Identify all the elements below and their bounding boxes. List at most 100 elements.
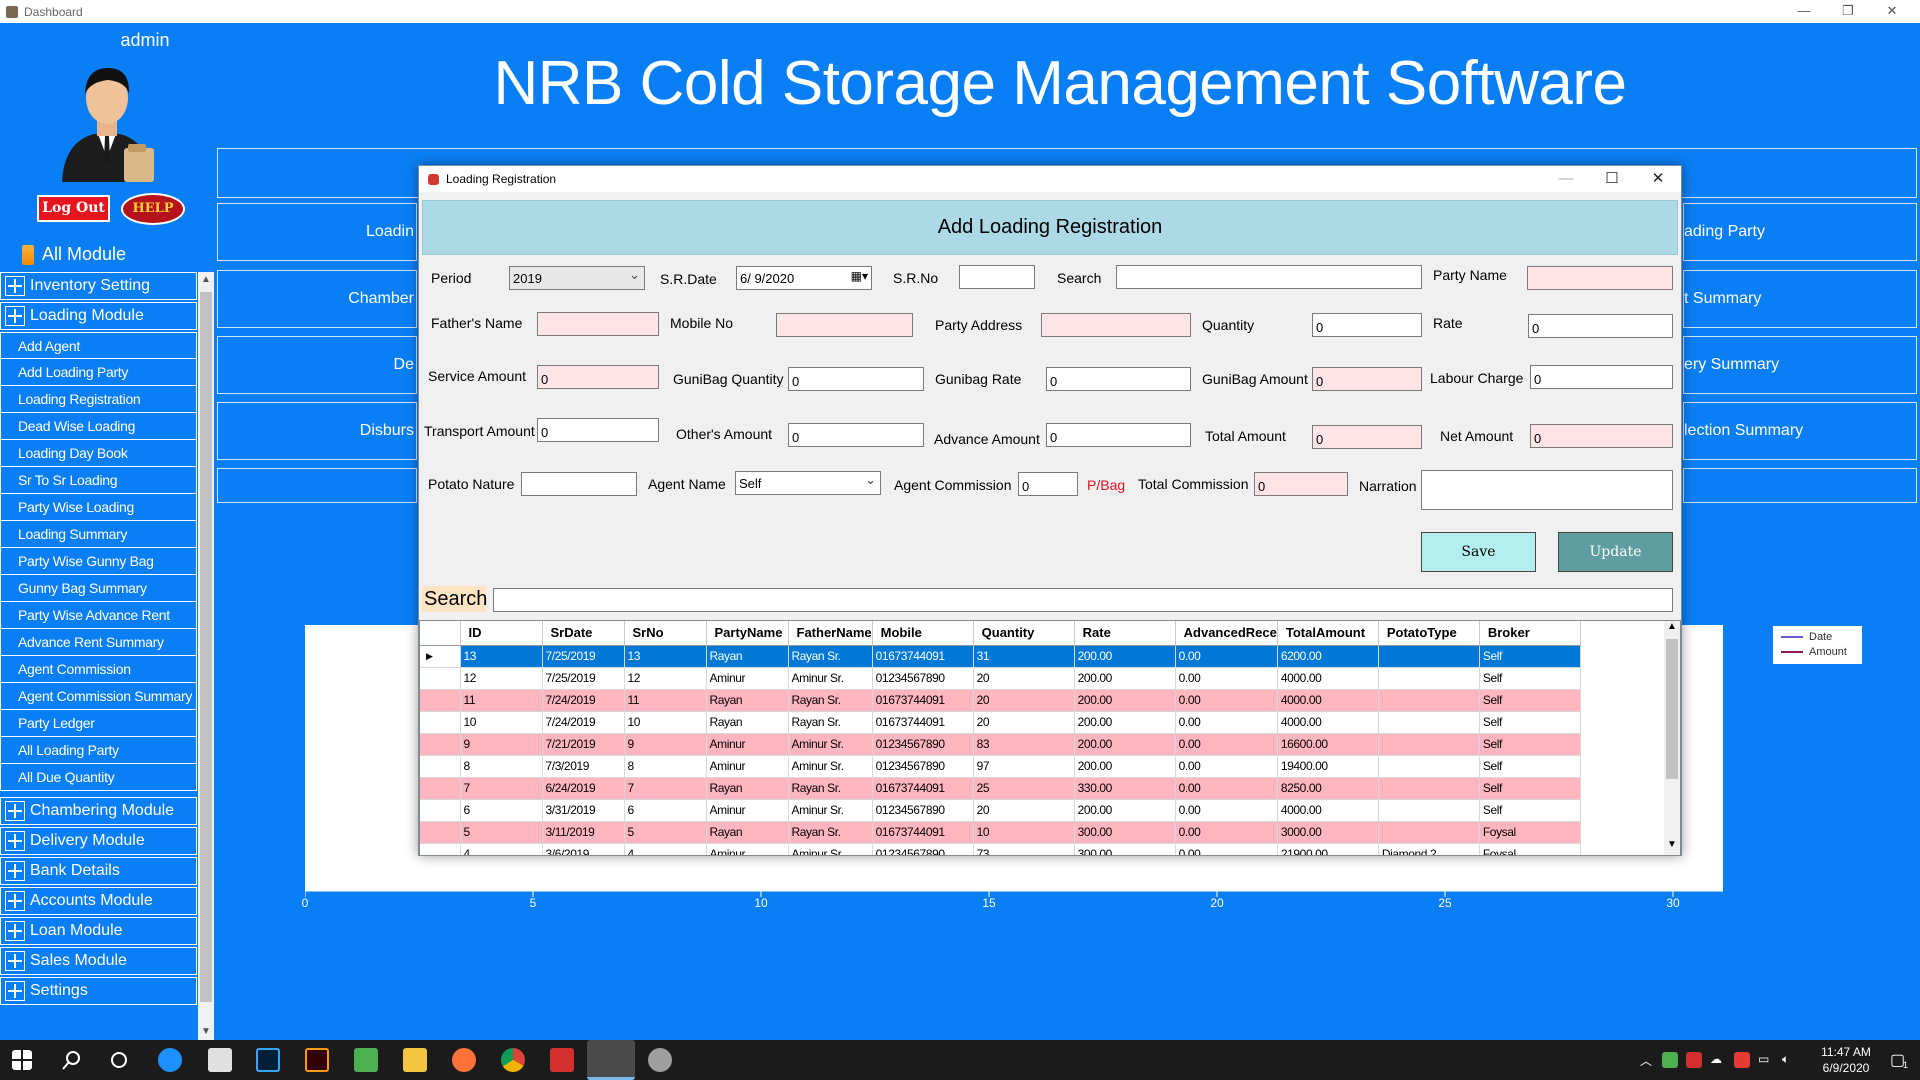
table-row[interactable]: 11 7/24/2019 11 Rayan Rayan Sr. 01673744091 20… <box>420 689 1581 712</box>
grid-cell[interactable]: Self <box>1479 645 1581 668</box>
grid-cell[interactable]: 01673744091 <box>872 777 974 800</box>
row-selector[interactable] <box>420 667 461 690</box>
grid-cell[interactable]: Self <box>1479 755 1581 778</box>
gunibag-amount-input[interactable] <box>1312 367 1422 391</box>
dialog-maximize-button[interactable]: ☐ <box>1589 166 1635 192</box>
task-view-icon[interactable] <box>109 1050 129 1070</box>
grid-cell[interactable]: 4000.00 <box>1277 711 1379 734</box>
grid-cell[interactable]: 6/24/2019 <box>542 777 625 800</box>
grid-cell[interactable]: 20 <box>973 667 1075 690</box>
grid-cell[interactable]: 10 <box>460 711 543 734</box>
grid-cell[interactable]: 01673744091 <box>872 689 974 712</box>
fathers-name-input[interactable] <box>537 312 659 336</box>
table-row[interactable]: 8 7/3/2019 8 Aminur Aminur Sr. 01234567890 97 2… <box>420 755 1581 778</box>
tray-chevron-up-icon[interactable]: ︿ <box>1640 1052 1652 1069</box>
grid-cell[interactable]: 4000.00 <box>1277 799 1379 822</box>
grid-cell[interactable]: 0.00 <box>1175 711 1278 734</box>
grid-cell[interactable]: Aminur Sr. <box>788 667 873 690</box>
rate-input[interactable] <box>1528 314 1673 338</box>
tray-antivirus-icon[interactable] <box>1734 1052 1750 1068</box>
grid-cell[interactable] <box>1378 733 1480 756</box>
grid-cell[interactable]: 01673744091 <box>872 821 974 844</box>
grid-cell[interactable]: Rayan <box>706 821 789 844</box>
grid-cell[interactable]: 13 <box>460 645 543 668</box>
grid-column-header[interactable]: SrNo <box>624 621 707 646</box>
grid-cell[interactable] <box>1378 821 1480 844</box>
update-button[interactable]: Update <box>1558 532 1673 572</box>
grid-cell[interactable]: 4000.00 <box>1277 667 1379 690</box>
dialog-close-button[interactable]: ✕ <box>1635 166 1681 192</box>
dashboard-tile-disburse[interactable]: Disburs <box>217 402 417 460</box>
potato-nature-input[interactable] <box>521 472 637 496</box>
table-row[interactable]: 9 7/21/2019 9 Aminur Aminur Sr. 01234567890 83… <box>420 733 1581 756</box>
grid-cell[interactable] <box>1378 711 1480 734</box>
sidebar-module-loan[interactable]: Loan Module <box>0 917 197 945</box>
grid-cell[interactable] <box>1378 645 1480 668</box>
logout-button[interactable]: Log Out <box>37 195 110 222</box>
grid-cell[interactable]: 6 <box>624 799 707 822</box>
grid-cell[interactable]: 9 <box>624 733 707 756</box>
grid-cell[interactable]: 16600.00 <box>1277 733 1379 756</box>
sr-date-picker[interactable]: 6/ 9/2020 ▦▾ <box>736 266 872 290</box>
grid-cell[interactable]: 01234567890 <box>872 755 974 778</box>
grid-cell[interactable]: Rayan <box>706 777 789 800</box>
table-row[interactable]: 6 3/31/2019 6 Aminur Aminur Sr. 01234567890 20… <box>420 799 1581 822</box>
grid-cell[interactable]: Foysal <box>1479 821 1581 844</box>
row-selector[interactable]: ▶ <box>420 645 461 668</box>
sidebar-item-add-loading-party[interactable]: Add Loading Party <box>0 359 197 386</box>
minimize-button[interactable]: — <box>1782 0 1826 23</box>
edge-browser-icon[interactable] <box>158 1048 182 1072</box>
grid-cell[interactable] <box>1378 755 1480 778</box>
grid-cell[interactable]: 7/21/2019 <box>542 733 625 756</box>
sidebar-item-gunny-bag-summary[interactable]: Gunny Bag Summary <box>0 575 197 602</box>
grid-cell[interactable] <box>1378 799 1480 822</box>
others-amount-input[interactable] <box>788 423 924 447</box>
grid-cell[interactable]: 0.00 <box>1175 777 1278 800</box>
grid-cell[interactable]: Self <box>1479 689 1581 712</box>
total-commission-input[interactable] <box>1254 472 1348 496</box>
table-row[interactable]: 12 7/25/2019 12 Aminur Aminur Sr. 01234567890… <box>420 667 1581 690</box>
grid-cell[interactable] <box>1378 667 1480 690</box>
dashboard-tile-row-6-right[interactable] <box>1683 468 1917 503</box>
period-select[interactable]: 2019 <box>509 266 645 290</box>
sr-no-input[interactable] <box>959 265 1035 289</box>
grid-column-header[interactable]: PartyName <box>706 621 789 646</box>
grid-cell[interactable]: 200.00 <box>1074 799 1176 822</box>
sidebar-item-all-due-quantity[interactable]: All Due Quantity <box>0 764 197 791</box>
grid-cell[interactable]: Aminur <box>706 843 789 855</box>
dashboard-tile-delivery[interactable]: De <box>217 336 417 394</box>
row-selector[interactable] <box>420 821 461 844</box>
chrome-icon[interactable] <box>501 1048 525 1072</box>
grid-cell[interactable]: Aminur <box>706 799 789 822</box>
grid-cell[interactable]: Aminur Sr. <box>788 843 873 855</box>
grid-cell[interactable]: Foysal <box>1479 843 1581 855</box>
grid-cell[interactable]: 21900.00 <box>1277 843 1379 855</box>
dashboard-tile-loading[interactable]: Loadin <box>217 203 417 261</box>
grid-cell[interactable]: 11 <box>624 689 707 712</box>
illustrator-icon[interactable] <box>305 1048 329 1072</box>
sidebar-module-chambering[interactable]: Chambering Module <box>0 797 197 825</box>
grid-cell[interactable]: Rayan <box>706 645 789 668</box>
grid-cell[interactable]: 0.00 <box>1175 799 1278 822</box>
grid-cell[interactable] <box>1378 777 1480 800</box>
dashboard-tile-summary[interactable]: t Summary <box>1683 270 1917 328</box>
grid-cell[interactable]: Aminur Sr. <box>788 755 873 778</box>
grid-cell[interactable]: Self <box>1479 733 1581 756</box>
notepad-icon[interactable] <box>354 1048 378 1072</box>
row-selector[interactable] <box>420 799 461 822</box>
sidebar-item-loading-summary[interactable]: Loading Summary <box>0 521 197 548</box>
sidebar-module-accounts[interactable]: Accounts Module <box>0 887 197 915</box>
grid-cell[interactable]: Self <box>1479 799 1581 822</box>
narration-textarea[interactable] <box>1421 470 1673 510</box>
grid-cell[interactable]: Aminur <box>706 733 789 756</box>
grid-cell[interactable]: 20 <box>973 799 1075 822</box>
windows-start-icon[interactable] <box>12 1050 32 1070</box>
row-selector[interactable] <box>420 733 461 756</box>
tray-app-icon-1[interactable] <box>1662 1052 1678 1068</box>
grid-cell[interactable]: 0.00 <box>1175 667 1278 690</box>
party-address-input[interactable] <box>1041 313 1191 337</box>
grid-cell[interactable]: 330.00 <box>1074 777 1176 800</box>
sidebar-item-party-wise-gunny-bag[interactable]: Party Wise Gunny Bag <box>0 548 197 575</box>
scroll-up-icon[interactable]: ▲ <box>198 272 214 288</box>
grid-cell[interactable]: 4 <box>460 843 543 855</box>
